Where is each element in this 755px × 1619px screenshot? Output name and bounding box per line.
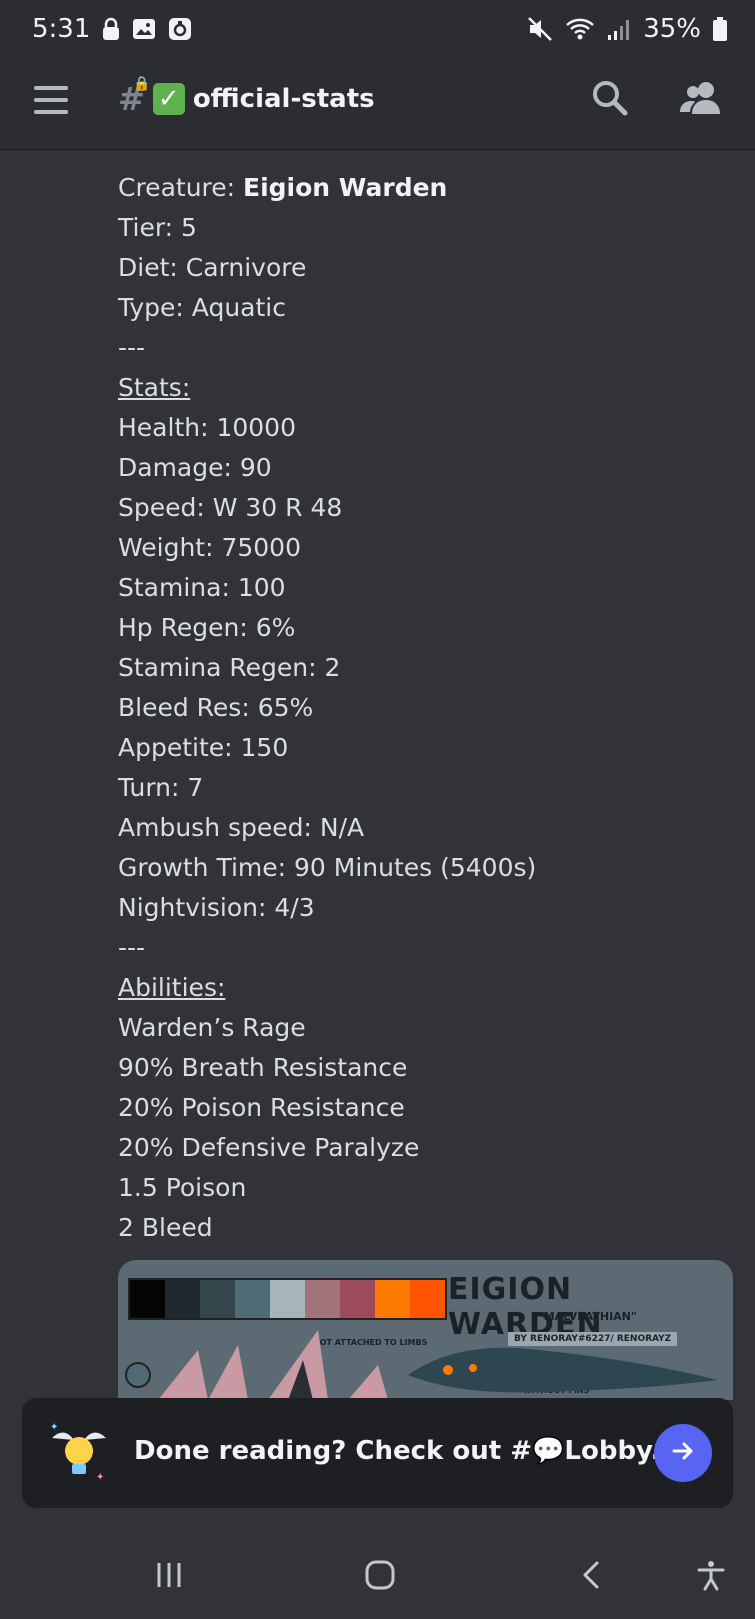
ability-line: 1.5 Poison bbox=[118, 1173, 247, 1202]
menu-icon[interactable] bbox=[34, 86, 68, 114]
check-emoji-icon: ✓ bbox=[152, 83, 185, 115]
wifi-icon bbox=[565, 16, 595, 42]
svg-text:✦: ✦ bbox=[96, 1472, 104, 1483]
status-bar: 5:31 35% bbox=[0, 0, 755, 58]
stat-line: Stamina Regen: 2 bbox=[118, 653, 341, 682]
signal-icon bbox=[607, 17, 631, 41]
palette-swatch bbox=[305, 1280, 340, 1318]
attached-reference-image[interactable]: EIGION WARDEN "MALVEATHIAN" BY RENORAY#6… bbox=[118, 1260, 733, 1400]
tier-line: Tier: 5 bbox=[118, 213, 197, 242]
creature-line: Creature: Eigion Warden bbox=[118, 173, 448, 202]
stat-line: Stamina: 100 bbox=[118, 573, 286, 602]
winged-lightbulb-icon: ✦ ✦ bbox=[44, 1418, 114, 1488]
separator: --- bbox=[118, 933, 146, 962]
android-nav-bar bbox=[0, 1530, 755, 1619]
mute-icon bbox=[527, 16, 553, 42]
ability-line: 20% Poison Resistance bbox=[118, 1093, 405, 1122]
stat-line: Ambush speed: N/A bbox=[118, 813, 365, 842]
stat-line: Damage: 90 bbox=[118, 453, 272, 482]
type-line: Type: Aquatic bbox=[118, 293, 286, 322]
palette-swatch bbox=[270, 1280, 305, 1318]
channel-header: # 🔒 ✓ official-stats bbox=[0, 58, 755, 150]
recent-apps-icon[interactable] bbox=[144, 1550, 194, 1600]
stat-line: Bleed Res: 65% bbox=[118, 693, 314, 722]
instagram-icon bbox=[168, 17, 192, 41]
palette-swatch bbox=[340, 1280, 375, 1318]
ability-line: Warden’s Rage bbox=[118, 1013, 306, 1042]
channel-name: official-stats bbox=[192, 84, 375, 114]
abilities-heading: Abilities: bbox=[118, 973, 226, 1002]
top-bar: 5:31 35% # 🔒 ✓ official-stats bbox=[0, 0, 755, 150]
lock-icon bbox=[102, 17, 120, 41]
search-icon[interactable] bbox=[590, 78, 634, 122]
palette-swatch bbox=[235, 1280, 270, 1318]
palette-swatch bbox=[165, 1280, 200, 1318]
color-palette bbox=[128, 1278, 447, 1320]
palette-swatch bbox=[200, 1280, 235, 1318]
palette-swatch bbox=[410, 1280, 445, 1318]
members-icon[interactable] bbox=[678, 78, 722, 122]
creature-illustration bbox=[125, 1330, 718, 1400]
creature-name: Eigion Warden bbox=[243, 173, 448, 202]
stat-line: Appetite: 150 bbox=[118, 733, 289, 762]
ability-line: 20% Defensive Paralyze bbox=[118, 1133, 420, 1162]
done-reading-banner[interactable]: ✦ ✦ Done reading? Check out #💬Lobby. bbox=[22, 1398, 733, 1508]
svg-text:✦: ✦ bbox=[50, 1422, 58, 1433]
stat-line: Hp Regen: 6% bbox=[118, 613, 296, 642]
banner-text: Done reading? Check out #💬Lobby. bbox=[134, 1436, 661, 1466]
stats-heading: Stats: bbox=[118, 373, 191, 402]
ability-line: 2 Bleed bbox=[118, 1213, 213, 1242]
separator: --- bbox=[118, 333, 146, 362]
ability-line: 90% Breath Resistance bbox=[118, 1053, 408, 1082]
palette-swatch bbox=[375, 1280, 410, 1318]
stat-line: Growth Time: 90 Minutes (5400s) bbox=[118, 853, 537, 882]
palette-swatch bbox=[130, 1280, 165, 1318]
channel-title[interactable]: # 🔒 ✓ official-stats bbox=[118, 76, 375, 118]
back-icon[interactable] bbox=[567, 1550, 617, 1600]
accessibility-icon[interactable] bbox=[686, 1550, 736, 1600]
battery-icon bbox=[713, 17, 727, 41]
stat-line: Weight: 75000 bbox=[118, 533, 301, 562]
message-body: Creature: Eigion Warden Tier: 5 Diet: Ca… bbox=[118, 168, 738, 1248]
go-to-lobby-button[interactable] bbox=[654, 1424, 712, 1482]
stat-line: Health: 10000 bbox=[118, 413, 296, 442]
stat-line: Turn: 7 bbox=[118, 773, 204, 802]
stat-line: Nightvision: 4/3 bbox=[118, 893, 315, 922]
arrow-right-icon bbox=[669, 1437, 697, 1469]
home-icon[interactable] bbox=[355, 1550, 405, 1600]
status-time: 5:31 bbox=[32, 14, 91, 44]
stat-line: Speed: W 30 R 48 bbox=[118, 493, 343, 522]
locked-hash-icon: # 🔒 bbox=[118, 76, 151, 118]
battery-percent: 35% bbox=[643, 14, 701, 44]
diet-line: Diet: Carnivore bbox=[118, 253, 307, 282]
image-icon bbox=[132, 17, 156, 41]
